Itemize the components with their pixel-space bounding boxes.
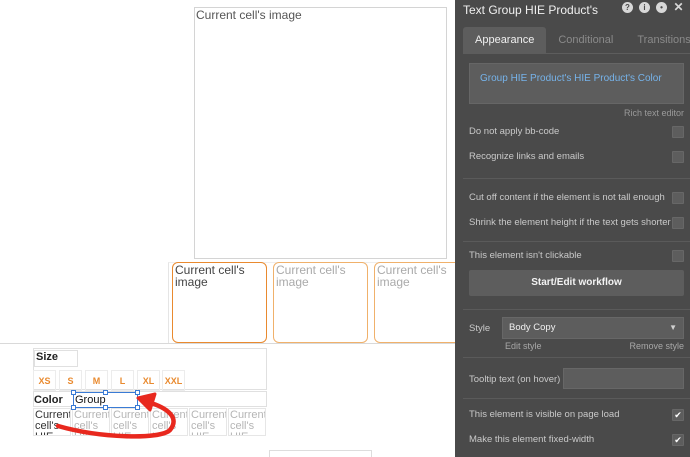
thumbnail-cell-1[interactable]: Current cell's image [172, 262, 267, 343]
text-content-editor[interactable]: Group HIE Product's HIE Product's Color [469, 63, 684, 104]
resize-handle-top-left[interactable] [71, 390, 76, 395]
divider [463, 357, 690, 358]
size-option-xl[interactable]: XL [137, 370, 160, 391]
option-label: This element isn't clickable [469, 250, 582, 261]
option-label: Shrink the element height if the text ge… [469, 217, 671, 228]
option-label: Recognize links and emails [469, 151, 585, 162]
option-fixed-width[interactable]: Make this element fixed-width ✔ [469, 433, 684, 449]
checkbox-not-clickable[interactable] [672, 250, 684, 262]
editor-canvas[interactable]: Current cell's image Current cell's imag… [0, 0, 455, 457]
start-edit-workflow-button[interactable]: Start/Edit workflow [469, 270, 684, 296]
color-label[interactable]: Color [34, 395, 63, 406]
divider [463, 241, 690, 242]
edit-style-link[interactable]: Edit style [505, 341, 542, 351]
divider [463, 309, 690, 310]
color-cell-2[interactable]: Current cell's HIE [72, 408, 110, 436]
size-option-xs[interactable]: XS [33, 370, 56, 391]
resize-handle-bottom-left[interactable] [71, 405, 76, 410]
bottom-element[interactable] [269, 450, 372, 457]
color-cell-6[interactable]: Current cell's HIE [228, 408, 266, 436]
color-cell-4[interactable]: Current cell's HIE [150, 408, 188, 436]
resize-handle-bottom[interactable] [103, 405, 108, 410]
resize-handle-top-right[interactable] [135, 390, 140, 395]
checkbox-fixed-width[interactable]: ✔ [672, 434, 684, 446]
help-icon[interactable]: ? [622, 2, 633, 13]
option-visible-on-load[interactable]: This element is visible on page load ✔ [469, 408, 684, 424]
option-label: Do not apply bb-code [469, 126, 560, 137]
tab-transitions[interactable]: Transitions [625, 27, 690, 53]
dynamic-expression[interactable]: Group HIE Product's HIE Product's Color [480, 73, 662, 84]
main-product-image[interactable]: Current cell's image [194, 7, 447, 259]
resize-handle-top[interactable] [103, 390, 108, 395]
resize-handle-bottom-right[interactable] [135, 405, 140, 410]
thumbnail-placeholder-text: Current cell's image [175, 263, 245, 289]
option-recognize-links[interactable]: Recognize links and emails [469, 150, 684, 166]
comment-icon[interactable]: • [656, 2, 667, 13]
style-dropdown[interactable]: Body Copy ▼ [502, 317, 684, 339]
property-editor-panel: Text Group HIE Product's ? i • ✕ Appeara… [455, 0, 690, 457]
panel-header-icons: ? i • ✕ [622, 1, 684, 13]
main-image-placeholder-text: Current cell's image [196, 8, 302, 22]
tab-underline [463, 53, 690, 54]
color-group[interactable] [33, 391, 267, 407]
checkbox-shrink-height[interactable] [672, 217, 684, 229]
panel-title: Text Group HIE Product's [463, 3, 599, 17]
color-cell-1[interactable]: Current cell's HIE [33, 408, 71, 436]
thumbnail-placeholder-text: Current cell's image [377, 263, 447, 289]
style-dropdown-value: Body Copy [509, 322, 556, 333]
chevron-down-icon: ▼ [669, 323, 677, 332]
checkbox-recognize-links[interactable] [672, 151, 684, 163]
checkbox-cut-off-content[interactable] [672, 192, 684, 204]
section-divider [0, 343, 455, 344]
thumbnail-placeholder-text: Current cell's image [276, 263, 346, 289]
option-label: Make this element fixed-width [469, 434, 595, 445]
remove-style-link[interactable]: Remove style [629, 341, 684, 351]
rich-text-editor-link[interactable]: Rich text editor [624, 108, 684, 118]
option-cut-off-content[interactable]: Cut off content if the element is not ta… [469, 191, 684, 207]
close-icon[interactable]: ✕ [673, 1, 684, 13]
checkbox-visible-on-load[interactable]: ✔ [672, 409, 684, 421]
option-not-clickable[interactable]: This element isn't clickable [469, 249, 684, 265]
info-icon[interactable]: i [639, 2, 650, 13]
tooltip-label: Tooltip text (on hover) [469, 374, 561, 385]
divider [463, 398, 690, 399]
option-label: This element is visible on page load [469, 409, 620, 420]
thumbnail-cell-3[interactable]: Current cell's image [374, 262, 455, 343]
tab-conditional[interactable]: Conditional [546, 27, 625, 53]
size-option-s[interactable]: S [59, 370, 82, 391]
size-label[interactable]: Size [34, 350, 78, 367]
option-do-not-apply-bbcode[interactable]: Do not apply bb-code [469, 125, 684, 141]
panel-tabs: Appearance Conditional Transitions [463, 27, 690, 53]
color-cell-5[interactable]: Current cell's HIE [189, 408, 227, 436]
checkbox-do-not-apply-bbcode[interactable] [672, 126, 684, 138]
color-cell-3[interactable]: Current cell's HIE [111, 408, 149, 436]
tab-appearance[interactable]: Appearance [463, 27, 547, 53]
size-option-xxl[interactable]: XXL [162, 370, 185, 391]
option-shrink-height[interactable]: Shrink the element height if the text ge… [469, 216, 684, 232]
divider [463, 178, 690, 179]
size-option-m[interactable]: M [85, 370, 108, 391]
tooltip-input[interactable] [563, 368, 684, 389]
thumbnail-cell-2[interactable]: Current cell's image [273, 262, 368, 343]
style-label: Style [469, 323, 491, 334]
option-label: Cut off content if the element is not ta… [469, 192, 665, 203]
size-option-l[interactable]: L [111, 370, 134, 391]
